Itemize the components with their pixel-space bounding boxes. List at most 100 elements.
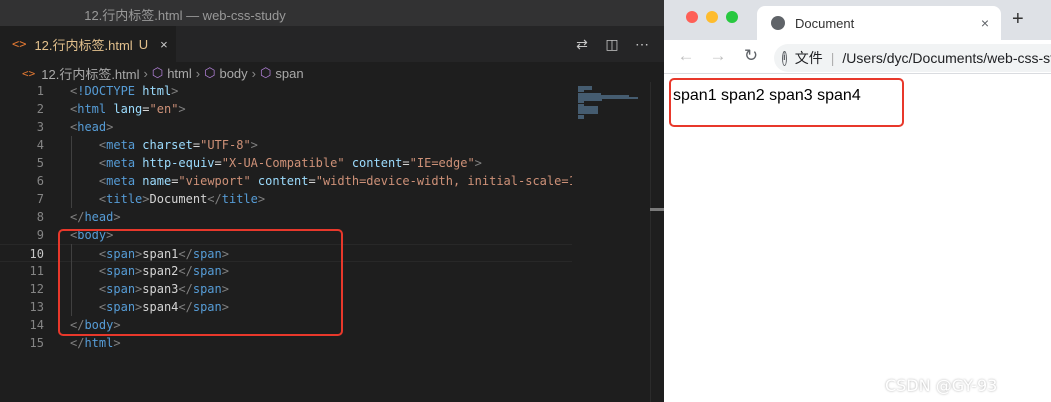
code-token: html [84,336,114,350]
code-line[interactable]: 8 </head> [0,208,572,226]
address-bar[interactable]: i 文件 | /Users/dyc/Documents/web-css-stud… [774,44,1051,72]
code-token: = [192,138,201,152]
code-token: meta [106,156,136,170]
code-token: title [221,192,258,206]
line-number: 4 [36,138,44,152]
code-line[interactable]: 15 </html> [0,334,572,352]
reload-icon[interactable]: ↻ [741,46,761,66]
window-title: 12.行内标签.html — web-css-study [84,8,286,23]
line-number: 6 [36,174,44,188]
line-number: 14 [29,318,44,332]
breadcrumb-item-html[interactable]: html [167,66,192,81]
code-token: = [142,102,150,116]
minimap[interactable] [572,82,650,402]
line-source: <meta http-equiv="X-UA-Compatible" conte… [70,154,482,172]
code-token: "IE=edge" [409,156,475,170]
line-source: <!DOCTYPE html> [70,82,178,100]
line-number: 13 [29,300,44,314]
minimap-line [578,116,585,119]
line-number: 9 [36,228,44,242]
new-tab-button[interactable]: + [1012,8,1024,31]
code-token: > [113,210,121,224]
line-number: 12 [29,282,44,296]
code-line[interactable]: 3 <head> [0,118,572,136]
code-line[interactable]: 4 <meta charset="UTF-8"> [0,136,572,154]
watermark: CSDN @GY-93 [885,376,998,395]
element-icon: ⬡ [260,65,272,80]
breadcrumb-file[interactable]: 12.行内标签.html [41,64,139,83]
code-token: "X-UA-Compatible" [221,156,345,170]
code-token: meta [106,174,136,188]
code-token: "en" [149,102,179,116]
close-window-button[interactable] [686,11,698,23]
code-token: > [113,336,121,350]
line-number: 7 [36,192,44,206]
code-token: = [214,156,222,170]
breadcrumb-item-span[interactable]: span [275,66,303,81]
close-icon[interactable]: × [160,37,168,52]
code-token: "width=device-width, initial-scale=1 [315,174,572,188]
back-icon[interactable]: ← [676,46,696,66]
element-icon: ⬡ [204,65,216,80]
breadcrumb: <> 12.行内标签.html › ⬡ html › ⬡ body › ⬡ sp… [0,62,664,84]
editor-tab-bar: <> 12.行内标签.html U × ⇄ ◫ ⋯ [0,26,664,62]
code-token: > [178,102,186,116]
code-token: name [142,174,172,188]
line-source: <html lang="en"> [70,100,186,118]
info-icon[interactable]: i [782,50,787,66]
element-icon: ⬡ [151,65,164,80]
code-token: Document [149,192,208,206]
editor-actions: ⇄ ◫ ⋯ [574,26,664,62]
line-source: </html> [70,334,121,352]
code-line[interactable]: 6 <meta name="viewport" content="width=d… [0,172,572,190]
code-line[interactable]: 2 <html lang="en"> [0,100,572,118]
code-line[interactable]: 7 <title>Document</title> [0,190,572,208]
close-icon[interactable]: × [981,15,989,31]
chevron-right-icon: › [195,65,201,81]
line-number: 5 [36,156,44,170]
code-line[interactable]: 1 <!DOCTYPE html> [0,82,572,100]
compare-icon[interactable]: ⇄ [574,36,590,53]
breadcrumb-item-body[interactable]: body [219,66,247,81]
code-token: html [142,84,172,98]
code-token: > [257,192,266,206]
address-url[interactable]: /Users/dyc/Documents/web-css-study/12.行内… [842,48,1051,68]
editor-scrollbar[interactable] [650,82,664,402]
line-source: <title>Document</title> [70,190,265,208]
code-token: > [250,138,258,152]
editor-tab-active[interactable]: <> 12.行内标签.html U × [0,26,176,62]
code-highlight-box [58,229,343,336]
code-token: > [474,156,482,170]
scrollbar-thumb[interactable] [650,208,664,211]
code-token: meta [106,138,136,152]
code-token: title [106,192,143,206]
browser-tab-strip: Document × + [664,0,1051,40]
code-token: </ [70,210,85,224]
globe-icon [771,16,785,30]
browser-tab[interactable]: Document × [757,6,1001,40]
modified-badge: U [138,36,149,52]
code-token: head [77,120,107,134]
tab-label: 12.行内标签.html [34,37,133,53]
forward-icon[interactable]: → [708,46,728,66]
code-token: </ [207,192,222,206]
page-highlight-box [669,78,904,127]
more-actions-icon[interactable]: ⋯ [634,36,650,53]
code-line[interactable]: 5 <meta http-equiv="X-UA-Compatible" con… [0,154,572,172]
split-editor-icon[interactable]: ◫ [604,36,620,53]
minimize-window-button[interactable] [706,11,718,23]
html-file-icon: <> [22,66,36,80]
maximize-window-button[interactable] [726,11,738,23]
code-token: charset [142,138,193,152]
chevron-right-icon: › [143,65,148,81]
code-token: lang [113,102,143,116]
code-token: = [308,174,316,188]
line-source: <meta name="viewport" content="width=dev… [70,172,572,190]
code-token: "UTF-8" [200,138,251,152]
html-file-icon: <> [12,37,27,51]
browser-toolbar: ← → ↻ i 文件 | /Users/dyc/Documents/web-cs… [664,40,1051,74]
code-token: "viewport" [178,174,251,188]
